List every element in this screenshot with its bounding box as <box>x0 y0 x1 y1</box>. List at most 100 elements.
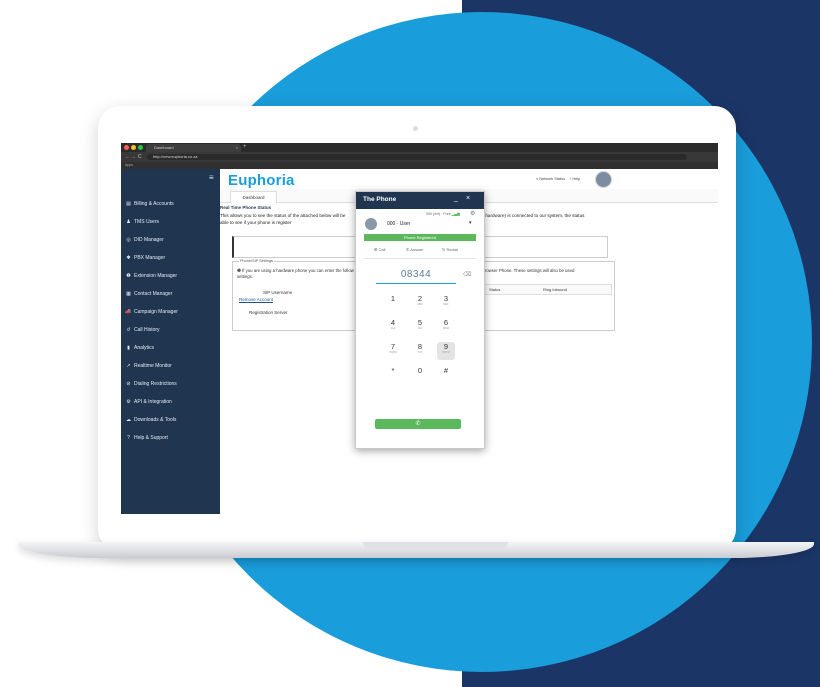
users-icon: ♟ <box>126 219 131 225</box>
settings-icon[interactable]: ⚙ <box>470 210 475 217</box>
redial-action-label: Redial <box>446 247 458 252</box>
call-action-label: Call <box>378 247 386 252</box>
bookmarks-apps[interactable]: Apps <box>125 163 133 167</box>
sidebar-item-extension-manager[interactable]: ❶ Extension Manager <box>125 271 177 281</box>
key-8[interactable]: 8 TUV <box>411 342 429 360</box>
phone-registered-badge: Phone Registered <box>364 234 476 241</box>
sip-settings-fieldset-right: Browser Phone. These settings will also … <box>478 261 615 331</box>
sidebar-item-pbx-manager[interactable]: ✱ PBX Manager <box>125 253 165 263</box>
column-ring-inbound[interactable]: Ring Inbound <box>543 285 567 294</box>
sidebar-item-contact-manager[interactable]: ▦ Contact Manager <box>125 289 172 299</box>
url-input[interactable]: http://new.euphoria.co.za <box>147 154 687 160</box>
remove-account-link[interactable]: Remove Account <box>239 297 273 302</box>
close-icon[interactable]: × <box>466 195 470 202</box>
network-status-icon: ● <box>536 177 539 181</box>
key-letters: JKL <box>417 327 423 330</box>
sidebar-item-dialing-restrictions[interactable]: ⊘ Dialing Restrictions <box>125 379 176 389</box>
phone-icon: ✆ <box>415 421 421 427</box>
window-minimize-dot[interactable] <box>131 145 136 150</box>
key-letters: TUV <box>417 351 423 354</box>
bookmarks-bar: Apps <box>121 162 718 169</box>
phone-user-label: 000 · User <box>387 221 411 227</box>
key-digit: * <box>391 366 395 375</box>
network-status[interactable]: ● Network Status ? Help <box>536 177 580 181</box>
extension-icon: ❶ <box>126 273 131 279</box>
contact-icon: ▦ <box>126 291 131 297</box>
sidebar: ≡ ▤ Billing & Accounts ♟ TMS Users ◎ DID Ma… <box>121 169 220 514</box>
sidebar-item-call-history[interactable]: ↺ Call History <box>125 325 159 335</box>
key-2[interactable]: 2 ABC <box>411 294 429 312</box>
sidebar-item-label: TMS Users <box>134 219 159 225</box>
window-maximize-dot[interactable] <box>138 145 143 150</box>
euphoria-logo[interactable]: Euphoria <box>228 172 295 189</box>
sidebar-item-label: Campaign Manager <box>134 309 178 315</box>
webcam-dot <box>413 126 418 131</box>
key-digit: 7 <box>390 342 396 351</box>
phone-window: The Phone _ × 000 (ext) · Free ▂▄▆ ⚙ 000… <box>355 191 485 449</box>
extension-info: 000 (ext) · Free ▂▄▆ <box>426 212 460 216</box>
sidebar-item-label: Analytics <box>134 345 155 351</box>
column-status[interactable]: Status <box>489 285 500 294</box>
key-6[interactable]: 6 MNO <box>437 318 455 336</box>
intro-text-left: This allows you to see the status of the… <box>220 213 346 225</box>
sidebar-item-api-integration[interactable]: ⚙ API & Integration <box>125 397 172 407</box>
forward-icon[interactable]: → <box>131 154 136 160</box>
sidebar-item-label: DID Manager <box>134 237 164 243</box>
call-button[interactable]: ✆ <box>375 419 461 429</box>
sidebar-item-label: Realtime Monitor <box>134 363 172 369</box>
key-letters: DEF <box>443 303 449 306</box>
user-menu-icon[interactable]: ▾ <box>469 220 472 226</box>
dialpad-icon: ⊞ <box>374 247 378 252</box>
back-icon[interactable]: ← <box>125 154 130 160</box>
backspace-icon[interactable]: ⌫ <box>463 271 471 278</box>
key-hash[interactable]: # <box>437 366 455 384</box>
sidebar-item-label: PBX Manager <box>134 255 166 261</box>
sidebar-item-help-support[interactable]: ? Help & Support <box>125 433 168 443</box>
key-star[interactable]: * <box>384 366 402 384</box>
signal-icon: ▂▄▆ <box>451 212 460 216</box>
sidebar-item-label: Extension Manager <box>134 273 178 279</box>
sip-username-label: SIP Username <box>263 290 293 295</box>
redial-icon: ↻ <box>442 247 446 252</box>
minimize-icon[interactable]: _ <box>454 195 458 202</box>
api-icon: ⚙ <box>126 399 131 405</box>
fieldset-text-body: If you are using a hardware phone you ca… <box>237 268 362 279</box>
megaphone-icon: 📣 <box>125 309 132 315</box>
top-bar: Euphoria ● Network Status ? Help <box>220 169 718 189</box>
browser-tab-dashboard[interactable]: Dashboard × <box>146 144 241 152</box>
sidebar-item-billing[interactable]: ▤ Billing & Accounts <box>125 199 174 209</box>
help-link[interactable]: Help <box>572 177 580 181</box>
handset-icon: ✆ <box>406 247 410 252</box>
sidebar-item-campaign-manager[interactable]: 📣 Campaign Manager <box>125 307 178 317</box>
new-tab-icon[interactable]: + <box>243 143 247 152</box>
dial-number-input[interactable]: 08344 <box>376 269 456 280</box>
key-digit: 1 <box>390 294 396 303</box>
call-action[interactable]: ⊞ Call <box>374 245 385 255</box>
tab-dashboard[interactable]: Dashboard <box>230 191 277 203</box>
sidebar-item-tms-users[interactable]: ♟ TMS Users <box>125 217 159 227</box>
window-close-dot[interactable] <box>124 145 129 150</box>
registration-server-label: Registration Server <box>249 310 288 315</box>
key-5[interactable]: 5 JKL <box>411 318 429 336</box>
key-letters: WXYZ <box>442 351 450 354</box>
phone-header[interactable]: The Phone _ × <box>356 192 484 209</box>
key-3[interactable]: 3 DEF <box>437 294 455 312</box>
sidebar-item-did-manager[interactable]: ◎ DID Manager <box>125 235 164 245</box>
analytics-icon: ▮ <box>127 345 130 351</box>
user-avatar[interactable] <box>595 171 612 188</box>
key-7[interactable]: 7 PQRS <box>384 342 402 360</box>
hamburger-icon[interactable]: ≡ <box>209 174 214 182</box>
tab-close-icon[interactable]: × <box>236 144 238 152</box>
key-0[interactable]: 0 <box>411 366 429 384</box>
sidebar-item-label: Billing & Accounts <box>134 201 174 207</box>
redial-action[interactable]: ↻ Redial <box>442 245 458 255</box>
key-9[interactable]: 9 WXYZ <box>437 342 455 360</box>
key-4[interactable]: 4 GHI <box>384 318 402 336</box>
sidebar-item-downloads-tools[interactable]: ☁ Downloads & Tools <box>125 415 176 425</box>
reload-icon[interactable]: C <box>138 154 142 160</box>
key-digit: # <box>443 366 449 375</box>
sidebar-item-analytics[interactable]: ▮ Analytics <box>125 343 154 353</box>
key-1[interactable]: 1 <box>384 294 402 312</box>
sidebar-item-realtime-monitor[interactable]: ↗ Realtime Monitor <box>125 361 172 371</box>
answer-action[interactable]: ✆ Answer <box>406 245 424 255</box>
